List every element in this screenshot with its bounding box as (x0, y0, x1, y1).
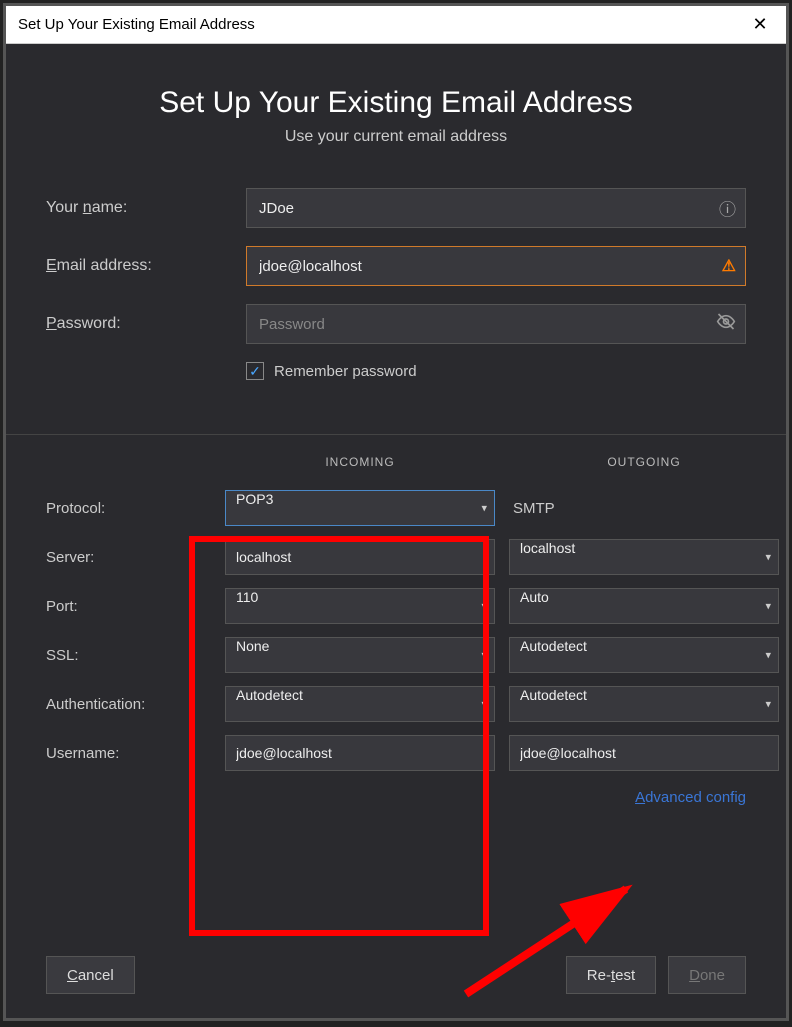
window-title: Set Up Your Existing Email Address (18, 16, 746, 33)
auth-label: Authentication: (46, 696, 211, 713)
username-label: Username: (46, 745, 211, 762)
password-label: Password: (46, 315, 246, 333)
protocol-label: Protocol: (46, 500, 211, 517)
outgoing-username-input[interactable] (509, 735, 779, 771)
eye-slash-icon[interactable] (716, 312, 736, 337)
ssl-label: SSL: (46, 647, 211, 664)
info-icon[interactable]: ⓘ (719, 196, 736, 221)
password-input[interactable] (246, 304, 746, 344)
incoming-auth-select[interactable]: Autodetect (225, 686, 495, 722)
outgoing-protocol-text: SMTP (509, 500, 779, 517)
cancel-button[interactable]: Cancel (46, 956, 135, 994)
outgoing-port-select[interactable]: Auto (509, 588, 779, 624)
remember-label: Remember password (274, 363, 417, 380)
email-label: Email address: (46, 257, 246, 275)
done-button[interactable]: Done (668, 956, 746, 994)
server-label: Server: (46, 549, 211, 566)
page-title: Set Up Your Existing Email Address (6, 86, 786, 120)
port-label: Port: (46, 598, 211, 615)
incoming-username-input[interactable] (225, 735, 495, 771)
advanced-config-link[interactable]: Advanced config (635, 789, 746, 806)
incoming-server-input[interactable] (225, 539, 495, 575)
incoming-header: INCOMING (225, 455, 495, 477)
outgoing-auth-select[interactable]: Autodetect (509, 686, 779, 722)
page-subtitle: Use your current email address (6, 128, 786, 146)
outgoing-server-select[interactable]: localhost (509, 539, 779, 575)
incoming-ssl-select[interactable]: None (225, 637, 495, 673)
email-input[interactable] (246, 246, 746, 286)
remember-checkbox[interactable]: ✓ (246, 362, 264, 380)
name-input[interactable] (246, 188, 746, 228)
close-icon[interactable]: ✕ (746, 14, 774, 35)
header: Set Up Your Existing Email Address Use y… (6, 44, 786, 170)
outgoing-header: OUTGOING (509, 455, 779, 477)
incoming-protocol-select[interactable]: POP3 (225, 490, 495, 526)
warning-icon: ⚠ (722, 256, 736, 276)
incoming-port-select[interactable]: 110 (225, 588, 495, 624)
titlebar: Set Up Your Existing Email Address ✕ (6, 6, 786, 44)
name-label: Your name: (46, 199, 246, 217)
outgoing-ssl-select[interactable]: Autodetect (509, 637, 779, 673)
retest-button[interactable]: Re-test (566, 956, 656, 994)
